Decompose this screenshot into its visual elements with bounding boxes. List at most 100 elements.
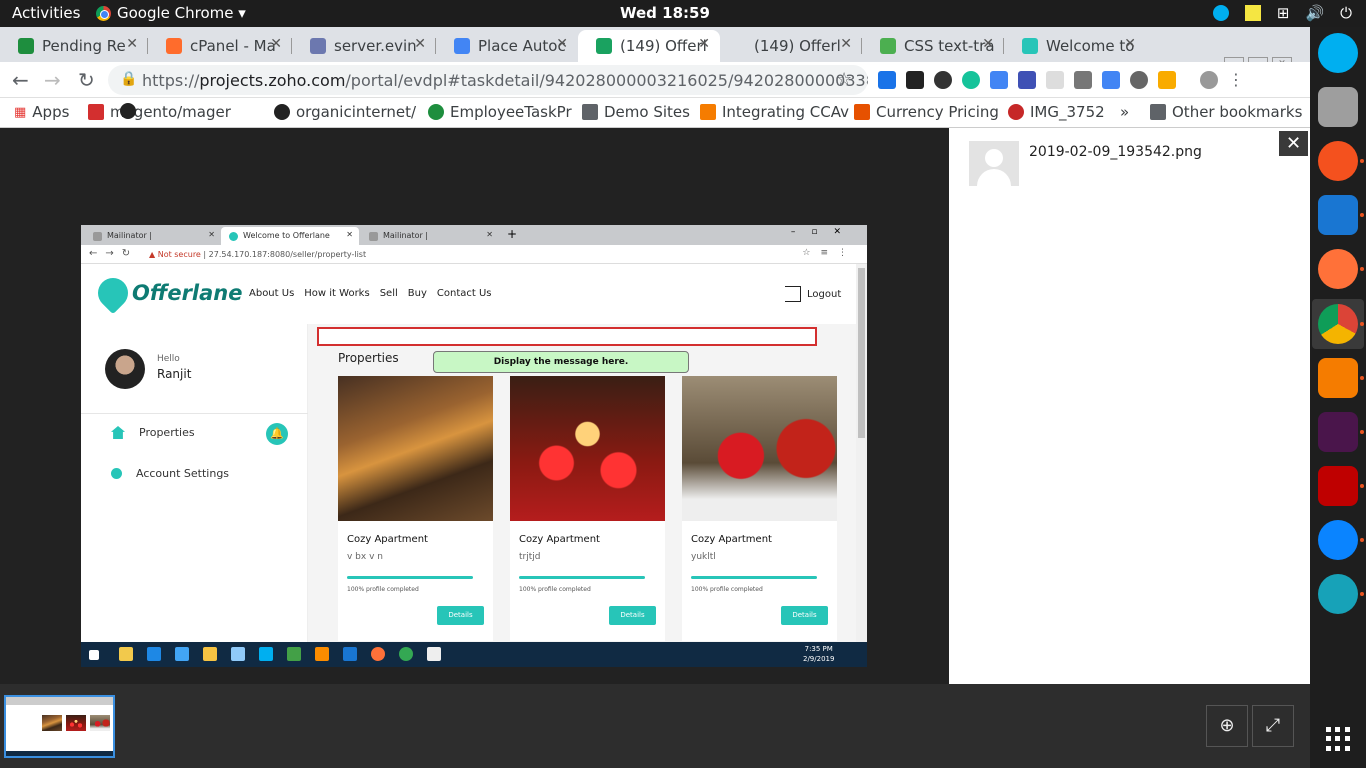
bookmark-item[interactable]: organicinternet/ [274, 103, 416, 121]
profile-progress-bar [347, 576, 473, 579]
system-clock[interactable]: Wed 18:59 [620, 4, 710, 22]
taskbar-app-icon [287, 647, 301, 661]
windows-taskbar: 7:35 PM 2/9/2019 [81, 642, 867, 667]
inner-not-secure: Not secure [157, 250, 201, 259]
tab-close-icon[interactable]: ✕ [1124, 36, 1136, 52]
profile-avatar[interactable] [1200, 71, 1218, 89]
bookmark-item[interactable]: Currency Pricing [854, 103, 999, 121]
filezilla-icon[interactable] [1318, 466, 1358, 506]
extension-icon[interactable] [1130, 71, 1148, 89]
card-title: Cozy Apartment [691, 534, 772, 545]
github-icon [274, 104, 290, 120]
tab-label: (149) Offerl [620, 37, 707, 55]
tab-2[interactable]: server.evin ✕ [292, 30, 436, 62]
extension-icon[interactable] [1046, 71, 1064, 89]
skype-icon[interactable] [1318, 33, 1358, 73]
bookmark-folder[interactable]: Demo Sites [582, 103, 690, 121]
bookmarks-overflow[interactable]: » [1120, 103, 1129, 121]
property-card: Cozy Apartment trjtjd 100% profile compl… [510, 376, 665, 641]
tab-4-active[interactable]: (149) Offerl ✕ [578, 30, 720, 62]
bookmark-other[interactable]: Other bookmarks [1150, 103, 1302, 121]
tab-close-icon[interactable]: ✕ [698, 36, 710, 52]
show-applications-icon[interactable] [1326, 727, 1350, 751]
inner-tab-label: Welcome to Offerlane [243, 231, 330, 240]
chrome-icon [399, 647, 413, 661]
extension-icon[interactable] [878, 71, 896, 89]
network-icon[interactable]: ⊞ [1277, 4, 1290, 22]
tab-label: (149) Offerl [754, 37, 841, 55]
site-main: Properties Display the message here. Coz… [308, 324, 856, 667]
tab-close-icon[interactable]: ✕ [126, 36, 138, 52]
tab-close-icon[interactable]: ✕ [982, 36, 994, 52]
tab-close-icon[interactable]: ✕ [270, 36, 282, 52]
address-bar[interactable]: 🔒 https://projects.zoho.com/portal/evdpl… [108, 65, 868, 95]
firefox-icon[interactable] [1318, 249, 1358, 289]
tab-close-icon[interactable]: ✕ [556, 36, 568, 52]
tab-1[interactable]: cPanel - Ma ✕ [148, 30, 292, 62]
chrome-icon [96, 5, 111, 21]
attachment-screenshot[interactable]: Mailinator | ✕ Welcome to Offerlane ✕ Mail… [81, 225, 867, 667]
back-button[interactable]: ← [12, 68, 29, 92]
extension-icon[interactable] [1158, 71, 1176, 89]
tab-0[interactable]: Pending Re ✕ [0, 30, 148, 62]
bookmark-star-icon[interactable]: ☆ [836, 69, 852, 90]
bookmark-label: organicinternet/ [296, 103, 417, 121]
chrome-menu-icon[interactable]: ⋮ [1228, 71, 1246, 89]
extension-icon[interactable] [1018, 71, 1036, 89]
system-tray[interactable]: ⊞ 🔊 ⏻ [1212, 4, 1352, 22]
reload-button[interactable]: ↻ [78, 68, 95, 92]
notes-tray-icon[interactable] [1244, 5, 1261, 21]
bookmark-item[interactable]: magento/mager [88, 103, 231, 121]
details-button: Details [781, 606, 828, 625]
camera-icon[interactable] [1074, 71, 1092, 89]
extension-icon[interactable] [906, 71, 924, 89]
skype-tray-icon[interactable] [1212, 5, 1229, 21]
tab-strip: Pending Re ✕ cPanel - Ma ✕ server.evin ✕ Pl… [0, 27, 1310, 83]
tab-3[interactable]: Place Autoc ✕ [436, 30, 578, 62]
bookmark-item[interactable]: organicinternet/ [120, 103, 136, 119]
lock-icon[interactable]: 🔒 [120, 71, 137, 87]
files-icon[interactable] [1318, 87, 1358, 127]
gitkraken-icon[interactable] [1318, 574, 1358, 614]
close-viewer-button[interactable]: ✕ [1279, 131, 1308, 156]
forward-button[interactable]: → [44, 68, 61, 92]
sublime-icon[interactable] [1318, 358, 1358, 398]
zoom-in-button[interactable]: ⊕ [1206, 705, 1248, 747]
extension-icon[interactable] [990, 71, 1008, 89]
translate-icon[interactable] [1102, 71, 1120, 89]
grammarly-icon[interactable] [962, 71, 980, 89]
bookmark-label: Integrating CCAv [722, 103, 849, 121]
attachment-thumbnail[interactable] [4, 695, 115, 758]
progress-text: 100% profile completed [519, 586, 591, 593]
windows-start-icon [89, 650, 99, 660]
bookmark-label: Other bookmarks [1172, 103, 1303, 121]
tab-close-icon[interactable]: ✕ [840, 36, 852, 52]
attachment-filename: 2019-02-09_193542.png [1029, 144, 1202, 160]
sidebar-item-properties: Properties [111, 426, 195, 439]
tab-6[interactable]: CSS text-tra ✕ [862, 30, 1004, 62]
pen-app-icon[interactable] [1318, 141, 1358, 181]
extension-icon[interactable] [934, 71, 952, 89]
power-icon[interactable]: ⏻ [1340, 4, 1352, 22]
profile-progress-bar [519, 576, 645, 579]
fullscreen-button[interactable]: ⤢ [1252, 705, 1294, 747]
bookmarks-bar: ▦ Apps magento/mager organicinternet/ org… [0, 98, 1310, 128]
bookmark-item[interactable]: Integrating CCAv [700, 103, 849, 121]
tab-close-icon[interactable]: ✕ [414, 36, 426, 52]
inner-warning-icon: ▲ [149, 250, 158, 259]
vscode-icon[interactable] [1318, 195, 1358, 235]
slack-icon[interactable] [1318, 412, 1358, 452]
bookmark-item[interactable]: EmployeeTaskPr [428, 103, 572, 121]
chrome-icon[interactable] [1318, 304, 1358, 344]
tab-7[interactable]: Welcome to ✕ [1004, 30, 1146, 62]
tab-5[interactable]: (149) Offerl ✕ [720, 30, 862, 62]
offerlane-logo: Offerlane [91, 271, 243, 315]
logout-link: Logout [785, 286, 841, 302]
bookmark-item[interactable]: IMG_3752 [1008, 103, 1105, 121]
app-menu[interactable]: Google Chrome ▾ [96, 4, 246, 22]
activities-button[interactable]: Activities [12, 4, 80, 22]
volume-icon[interactable]: 🔊 [1305, 4, 1324, 22]
bookmark-apps[interactable]: ▦ Apps [14, 103, 69, 121]
tab-favicon [166, 38, 182, 54]
thunderbird-icon[interactable] [1318, 520, 1358, 560]
